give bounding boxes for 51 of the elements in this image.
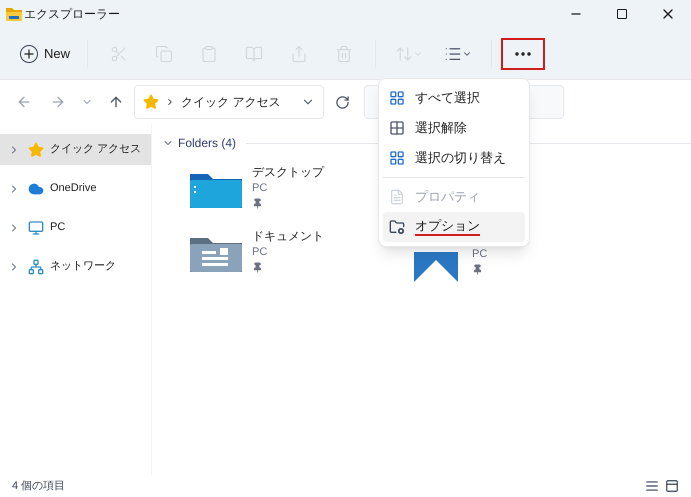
- menu-label: プロパティ: [415, 188, 480, 206]
- address-path: クイック アクセス: [181, 94, 280, 111]
- invert-selection-icon: [389, 150, 405, 166]
- folder-location: PC: [252, 181, 268, 196]
- sort-icon: [395, 44, 414, 62]
- sidebar-label: OneDrive: [50, 181, 96, 196]
- menu-item[interactable]: 選択解除: [383, 113, 525, 143]
- trash-icon: [335, 44, 354, 62]
- monitor-icon: [28, 220, 44, 236]
- rename-icon: [245, 44, 264, 62]
- menu-label: オプション: [415, 218, 480, 236]
- copy-icon: [155, 44, 174, 62]
- group-header: Folders (4): [178, 135, 236, 152]
- details-view-icon[interactable]: [645, 479, 659, 493]
- folder-name: ドキュメント: [252, 228, 324, 244]
- toolbar-button[interactable]: [501, 38, 546, 70]
- item-count: 4 個の項目: [12, 478, 66, 494]
- sidebar-item[interactable]: クイック アクセス: [0, 134, 151, 165]
- menu-item[interactable]: すべて選択: [383, 83, 525, 113]
- star-icon: [28, 142, 44, 158]
- star-icon: [143, 94, 159, 110]
- folder-gear-icon: [389, 219, 405, 235]
- cloud-icon: [28, 180, 44, 196]
- maximize-icon: [616, 8, 628, 20]
- folder-location: PC: [472, 247, 488, 262]
- menu-label: 選択解除: [415, 119, 467, 138]
- select-all-icon: [389, 90, 405, 106]
- menu-item[interactable]: オプション: [383, 212, 525, 242]
- clipboard-icon: [200, 44, 218, 62]
- sidebar-item[interactable]: PC: [0, 212, 151, 243]
- folder-location: PC: [252, 245, 268, 260]
- sidebar-label: ネットワーク: [50, 259, 116, 274]
- network-icon: [28, 258, 44, 274]
- new-button[interactable]: New: [12, 38, 78, 70]
- address-bar[interactable]: クイック アクセス: [134, 85, 324, 119]
- window-title: エクスプローラー: [24, 6, 120, 23]
- scissors-icon: [110, 44, 128, 62]
- more-icon: [515, 52, 532, 56]
- plus-icon: [20, 44, 38, 62]
- properties-icon: [389, 189, 405, 205]
- grid-icon: [389, 120, 405, 136]
- tiles-view-icon[interactable]: [665, 479, 679, 493]
- refresh-icon: [334, 94, 350, 110]
- sidebar-label: クイック アクセス: [50, 142, 142, 158]
- share-icon: [290, 44, 308, 62]
- sidebar-label: PC: [50, 220, 66, 236]
- sidebar-item[interactable]: OneDrive: [0, 173, 151, 204]
- folder-name: デスクトップ: [252, 164, 324, 180]
- menu-label: 選択の切り替え: [415, 149, 506, 168]
- menu-label: すべて選択: [415, 89, 480, 108]
- sidebar-item[interactable]: ネットワーク: [0, 251, 151, 282]
